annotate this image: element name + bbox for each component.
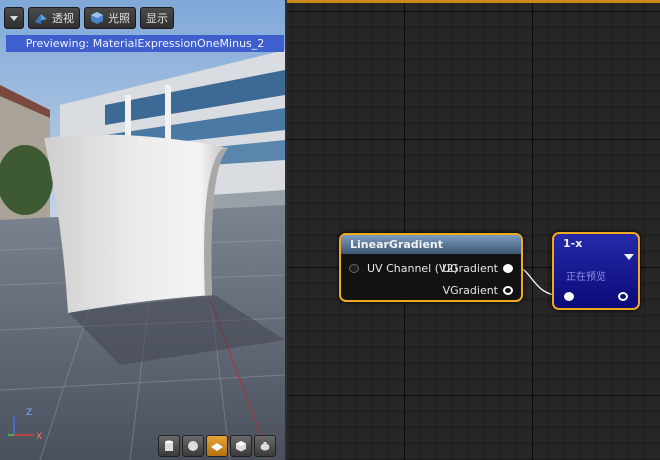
graph-focus-border	[287, 0, 660, 3]
plane-icon	[211, 443, 223, 451]
one-minus-input-pin[interactable]	[564, 292, 574, 301]
vgradient-output-row: VGradient	[443, 284, 513, 297]
axis-x-label: X	[36, 432, 42, 442]
viewport-options-dropdown[interactable]	[4, 7, 24, 29]
preview-plane-button[interactable]	[206, 435, 228, 457]
uv-channel-input-pin[interactable]	[349, 264, 359, 273]
one-minus-node[interactable]: 1-x 正在预览	[552, 232, 640, 310]
preview-cylinder-button[interactable]	[158, 435, 180, 457]
preview-viewport[interactable]: 透视 光照 显示 Previewing: MaterialExpressionO…	[0, 0, 287, 460]
show-label: 显示	[146, 12, 168, 25]
cube-icon	[236, 441, 246, 452]
viewport-toolbar: 透视 光照 显示	[4, 7, 174, 31]
ugradient-label: UGradient	[442, 262, 498, 275]
preview-sphere-button[interactable]	[182, 435, 204, 457]
one-minus-output-pin[interactable]	[618, 292, 628, 301]
ugradient-output-row: UGradient	[442, 262, 513, 275]
perspective-icon	[35, 14, 47, 24]
perspective-label: 透视	[52, 12, 74, 25]
preview-status-bar: Previewing: MaterialExpressionOneMinus_2	[6, 35, 284, 52]
preview-scene	[0, 0, 285, 460]
cylinder-icon	[165, 440, 173, 451]
node-title: 1-x	[563, 237, 583, 250]
axis-gizmo: Z X	[8, 408, 42, 442]
lighting-label: 光照	[108, 12, 130, 25]
preview-custom-mesh-button[interactable]	[254, 435, 276, 457]
node-preview-status: 正在预览	[566, 272, 606, 283]
teapot-icon	[260, 442, 270, 451]
axis-z-label: Z	[26, 408, 32, 418]
lighting-button[interactable]: 光照	[84, 7, 136, 29]
preview-shape-bar	[158, 435, 276, 457]
sphere-icon	[188, 441, 198, 451]
collapse-arrow-icon[interactable]	[624, 254, 634, 260]
vgradient-output-pin[interactable]	[503, 286, 513, 295]
ugradient-output-pin[interactable]	[503, 264, 513, 273]
preview-status-text: Previewing: MaterialExpressionOneMinus_2	[25, 37, 265, 50]
node-wire-layer	[512, 265, 564, 297]
linear-gradient-node[interactable]: LinearGradient UV Channel (V2) UGradient…	[339, 233, 523, 302]
lit-cube-icon	[91, 12, 103, 24]
preview-cube-button[interactable]	[230, 435, 252, 457]
perspective-button[interactable]: 透视	[28, 7, 80, 29]
chevron-down-icon	[10, 15, 18, 21]
show-button[interactable]: 显示	[140, 7, 174, 29]
vgradient-label: VGradient	[442, 284, 498, 297]
node-title: LinearGradient	[341, 235, 521, 254]
material-graph-canvas[interactable]: LinearGradient UV Channel (V2) UGradient…	[287, 0, 660, 460]
